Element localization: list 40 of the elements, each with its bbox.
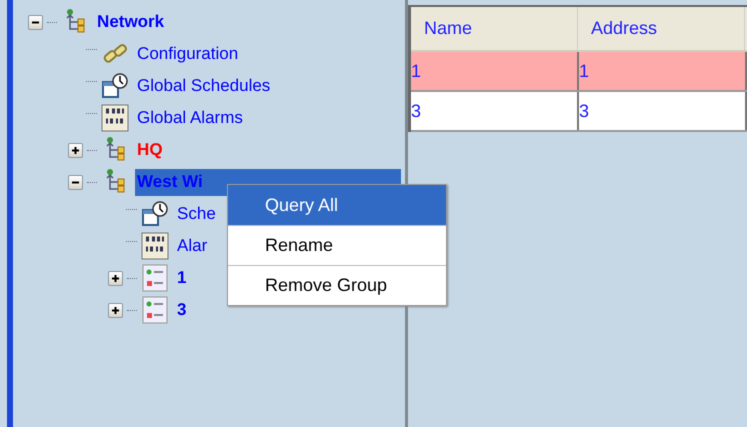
table-cell: 3 — [411, 92, 580, 130]
tree-node-label: Network — [97, 12, 164, 30]
tree-row[interactable]: 1 — [175, 264, 189, 292]
table-row[interactable]: 1 1 — [411, 52, 747, 92]
binary-digits-icon — [101, 104, 130, 132]
tree-node-label: Global Alarms — [137, 108, 243, 126]
expand-icon[interactable] — [108, 302, 124, 318]
tree-row[interactable]: 3 — [175, 296, 189, 324]
tree-node-label: 1 — [177, 268, 187, 286]
tree-row[interactable]: Alar — [175, 232, 210, 260]
table-cell: 1 — [579, 52, 747, 90]
tree-node-label: Configuration — [137, 44, 238, 62]
column-header[interactable]: Address — [578, 7, 746, 50]
table-cell: 3 — [579, 92, 747, 130]
tree-node-label: Sche — [177, 204, 216, 222]
device-list-icon — [141, 296, 170, 324]
column-header[interactable]: Name — [411, 7, 578, 50]
expand-icon[interactable] — [68, 142, 84, 158]
calendar-clock-icon — [101, 72, 130, 100]
tree-row[interactable]: Sche — [175, 200, 218, 228]
collapse-icon[interactable] — [68, 174, 84, 190]
expand-icon[interactable] — [108, 270, 124, 286]
tree-row[interactable]: Global Schedules — [135, 72, 272, 100]
collapse-icon[interactable] — [28, 14, 44, 30]
tree-node-label: West Wi — [137, 172, 203, 190]
tree-row[interactable]: Global Alarms — [135, 104, 245, 132]
tree-node-label: Global Schedules — [137, 76, 270, 94]
tree-node-label: Alar — [177, 236, 208, 254]
table-cell: 1 — [411, 52, 580, 90]
tree-row[interactable]: Configuration — [135, 40, 240, 68]
device-list-icon — [141, 264, 170, 292]
binary-digits-icon — [141, 232, 170, 260]
menu-item[interactable]: Remove Group — [228, 265, 446, 305]
tree-node-label: 3 — [177, 300, 187, 318]
menu-item[interactable]: Rename — [228, 225, 446, 265]
tree-node-label: HQ — [137, 140, 163, 158]
table-row[interactable]: 3 3 — [411, 92, 747, 132]
calendar-clock-icon — [141, 200, 170, 228]
tree-row[interactable]: Network — [95, 8, 166, 36]
menu-item[interactable]: Query All — [228, 185, 446, 225]
